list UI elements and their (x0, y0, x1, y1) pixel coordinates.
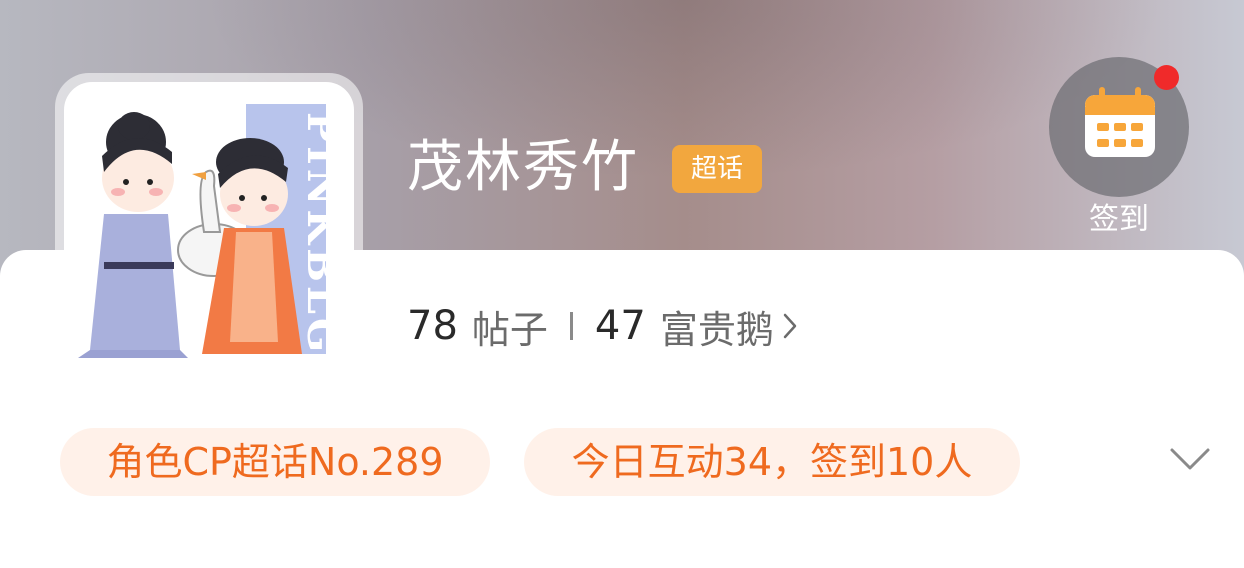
chevron-down-icon[interactable] (1166, 442, 1214, 478)
rank-pill[interactable]: 角色CP超话No.289 (60, 428, 490, 496)
activity-pill[interactable]: 今日互动34，签到10人 (524, 428, 1020, 496)
posts-count: 78 (407, 303, 458, 349)
avatar-illustration: PINKBLG (78, 104, 345, 358)
avatar-logo-text: PINKBLG (298, 112, 345, 356)
fans-label: 富贵鹅 (659, 307, 774, 352)
avatar[interactable]: PINKBLG (64, 82, 354, 372)
super-topic-badge: 超话 (672, 145, 762, 193)
page-title: 茂林秀竹 (407, 135, 639, 200)
fans-count: 47 (594, 303, 646, 349)
chevron-right-icon (782, 311, 798, 341)
posts-label: 帖子 (471, 307, 548, 352)
stats-row[interactable]: 78 帖子 47 富贵鹅 (407, 298, 798, 354)
notification-dot (1154, 65, 1179, 90)
stats-divider (569, 312, 573, 340)
checkin-label[interactable]: 签到 (1070, 198, 1168, 242)
